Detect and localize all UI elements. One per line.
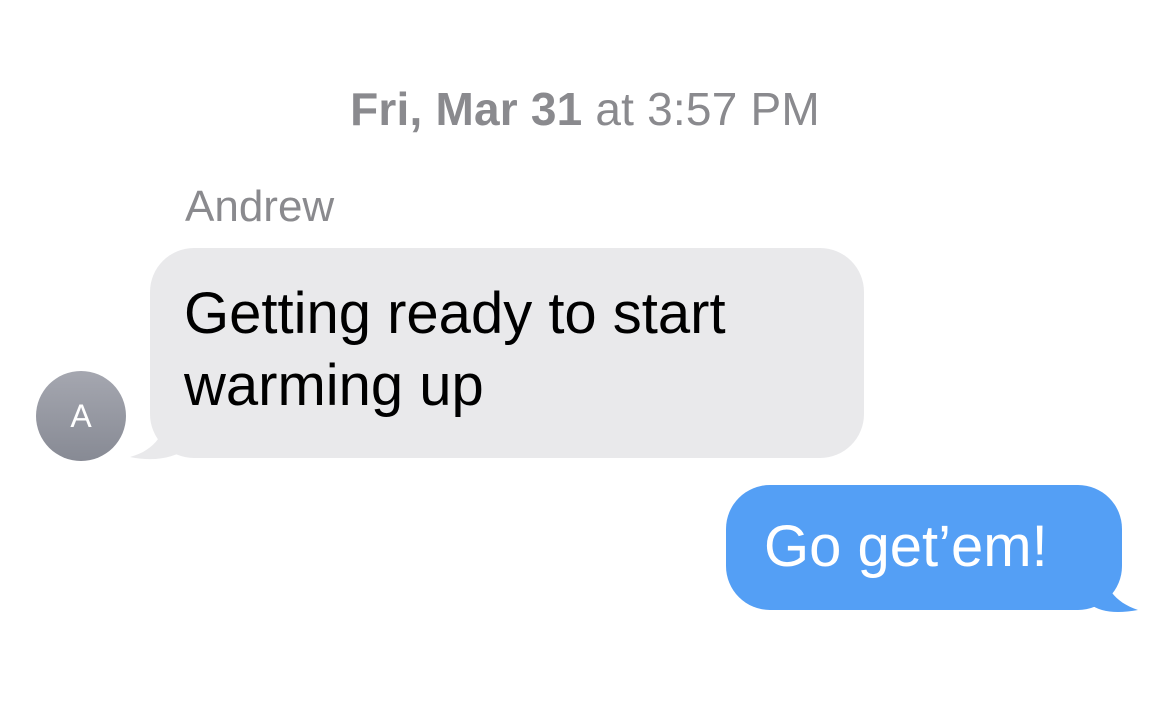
outgoing-message-text: Go get’em!: [764, 514, 1048, 579]
incoming-message-text: Getting ready to start warming up: [184, 281, 726, 418]
message-timestamp: Fri, Mar 31 at 3:57 PM: [0, 82, 1170, 136]
sender-name: Andrew: [185, 182, 335, 231]
incoming-message-bubble[interactable]: Getting ready to start warming up: [150, 248, 864, 458]
outgoing-message-bubble[interactable]: Go get’em!: [726, 485, 1122, 610]
avatar-initial: A: [70, 397, 92, 434]
timestamp-time: at 3:57 PM: [582, 83, 820, 135]
avatar[interactable]: A: [36, 371, 126, 461]
timestamp-date: Fri, Mar 31: [350, 83, 583, 135]
